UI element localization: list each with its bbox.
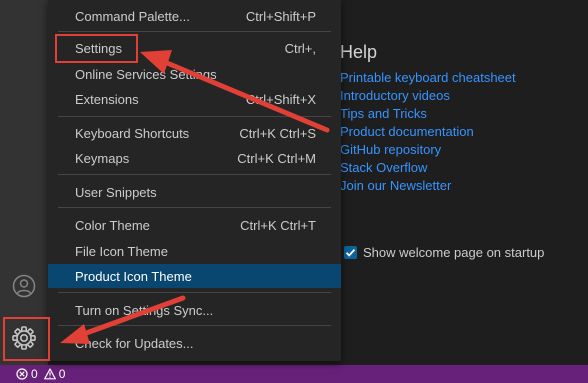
- gear-highlight-box: [3, 317, 50, 361]
- menu-item-label: Keyboard Shortcuts: [75, 125, 190, 141]
- menu-item-label: Online Services Settings: [75, 66, 217, 82]
- warning-count: 0: [58, 367, 66, 381]
- menu-separator: [58, 325, 331, 326]
- menu-item-shortcut: Ctrl+K Ctrl+T: [240, 217, 316, 233]
- menu-item-label: User Snippets: [75, 184, 157, 200]
- warning-icon: [43, 368, 56, 380]
- help-link-cheatsheet[interactable]: Printable keyboard cheatsheet: [340, 69, 516, 87]
- menu-item-color-theme[interactable]: Color Theme Ctrl+K Ctrl+T: [48, 213, 341, 237]
- menu-separator: [58, 292, 331, 293]
- menu-item-shortcut: Ctrl+Shift+P: [245, 8, 316, 24]
- menu-item-label: File Icon Theme: [75, 243, 168, 259]
- menu-item-label: Turn on Settings Sync...: [75, 302, 214, 318]
- menu-item-file-icon-theme[interactable]: File Icon Theme: [48, 239, 341, 263]
- settings-highlight-box: [55, 34, 138, 63]
- menu-separator: [58, 31, 331, 32]
- menu-item-keyboard-shortcuts[interactable]: Keyboard Shortcuts Ctrl+K Ctrl+S: [48, 121, 341, 145]
- help-link-videos[interactable]: Introductory videos: [340, 87, 516, 105]
- menu-item-settings-sync[interactable]: Turn on Settings Sync...: [48, 298, 341, 322]
- help-link-tips[interactable]: Tips and Tricks: [340, 105, 516, 123]
- menu-item-shortcut: Ctrl+,: [284, 40, 316, 56]
- error-count: 0: [31, 367, 38, 381]
- menu-item-online-services-settings[interactable]: Online Services Settings: [48, 62, 341, 86]
- menu-item-label: Command Palette...: [75, 8, 190, 24]
- help-link-docs[interactable]: Product documentation: [340, 123, 516, 141]
- help-title: Help: [340, 42, 378, 62]
- menu-item-shortcut: Ctrl+K Ctrl+M: [237, 150, 316, 166]
- menu-item-label: Color Theme: [75, 217, 150, 233]
- help-links: Printable keyboard cheatsheet Introducto…: [340, 69, 516, 195]
- menu-item-extensions[interactable]: Extensions Ctrl+Shift+X: [48, 87, 341, 111]
- startup-option: Show welcome page on startup: [344, 245, 544, 260]
- problems-indicator[interactable]: 0 0: [16, 367, 71, 381]
- menu-item-label: Extensions: [75, 91, 139, 107]
- menu-separator: [58, 116, 331, 117]
- welcome-page: Help Printable keyboard cheatsheet Intro…: [340, 0, 588, 365]
- menu-separator: [58, 207, 331, 208]
- startup-checkbox[interactable]: [344, 246, 357, 259]
- menu-item-shortcut: Ctrl+Shift+X: [245, 91, 316, 107]
- menu-item-product-icon-theme[interactable]: Product Icon Theme: [48, 264, 341, 288]
- status-bar: 0 0: [0, 365, 588, 383]
- menu-item-keymaps[interactable]: Keymaps Ctrl+K Ctrl+M: [48, 146, 341, 170]
- menu-item-shortcut: Ctrl+K Ctrl+S: [239, 125, 316, 141]
- menu-item-user-snippets[interactable]: User Snippets: [48, 180, 341, 204]
- error-icon: [16, 368, 28, 380]
- menu-item-label: Keymaps: [75, 150, 130, 166]
- menu-separator: [58, 174, 331, 175]
- help-link-stackoverflow[interactable]: Stack Overflow: [340, 159, 516, 177]
- checkmark-icon: [345, 248, 356, 257]
- menu-item-label: Check for Updates...: [75, 335, 194, 351]
- menu-item-check-for-updates[interactable]: Check for Updates...: [48, 331, 341, 355]
- help-link-newsletter[interactable]: Join our Newsletter: [340, 177, 516, 195]
- startup-label: Show welcome page on startup: [363, 245, 545, 260]
- menu-item-command-palette[interactable]: Command Palette... Ctrl+Shift+P: [48, 4, 341, 28]
- activity-bar: [0, 0, 48, 365]
- help-link-github[interactable]: GitHub repository: [340, 141, 516, 159]
- menu-item-label: Product Icon Theme: [75, 268, 192, 284]
- account-icon[interactable]: [0, 262, 48, 310]
